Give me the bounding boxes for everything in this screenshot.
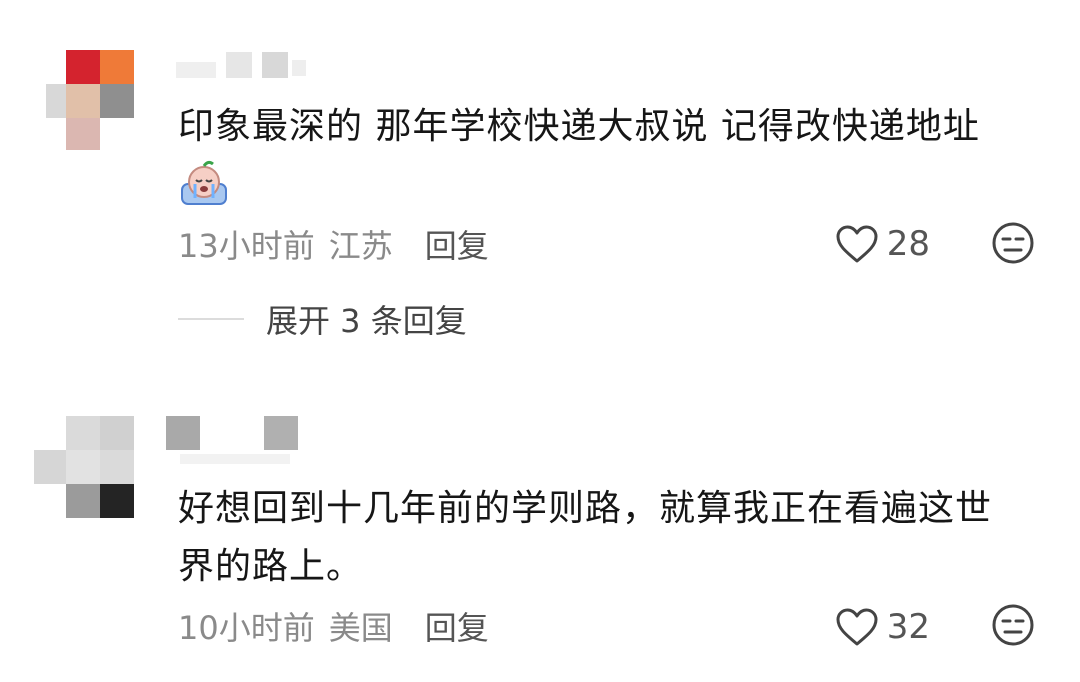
expand-replies[interactable]: 展开 3 条回复 — [178, 296, 467, 342]
comment-text: 印象最深的 那年学校快递大叔说 记得改快递地址 — [178, 106, 980, 147]
dislike-face-icon — [992, 604, 1034, 646]
dislike-face-icon — [992, 222, 1034, 264]
divider-line — [178, 318, 244, 320]
timestamp: 13小时前 — [178, 227, 315, 265]
like-count: 28 — [886, 224, 930, 264]
location: 江苏 — [328, 227, 393, 265]
avatar[interactable] — [46, 50, 134, 150]
like-button[interactable]: 32 — [835, 602, 930, 652]
crying-face-emoji — [178, 160, 230, 208]
comment-meta: 13小时前 江苏 回复 — [178, 222, 489, 266]
avatar[interactable] — [34, 416, 134, 518]
comment-item: 印象最深的 那年学校快递大叔说 记得改快递地址 13小时前 江苏 回复 28 展… — [0, 0, 1080, 360]
like-button[interactable]: 28 — [835, 219, 930, 269]
like-count: 32 — [886, 607, 930, 647]
reply-button[interactable]: 回复 — [425, 603, 489, 649]
expand-replies-label[interactable]: 展开 3 条回复 — [266, 296, 467, 342]
dislike-button[interactable] — [990, 602, 1040, 652]
dislike-button[interactable] — [990, 220, 1040, 270]
comment-text: 好想回到十几年前的学则路，就算我正在看遍这世界的路上。 — [178, 488, 993, 587]
comment-meta: 10小时前 美国 回复 — [178, 604, 489, 648]
location: 美国 — [328, 609, 393, 647]
heart-outline-icon — [836, 225, 878, 263]
username[interactable] — [166, 52, 316, 80]
username[interactable] — [166, 416, 306, 466]
heart-outline-icon — [836, 608, 878, 646]
comment-item: 好想回到十几年前的学则路，就算我正在看遍这世界的路上。 10小时前 美国 回复 … — [0, 390, 1080, 682]
timestamp: 10小时前 — [178, 609, 315, 647]
reply-button[interactable]: 回复 — [425, 221, 489, 267]
